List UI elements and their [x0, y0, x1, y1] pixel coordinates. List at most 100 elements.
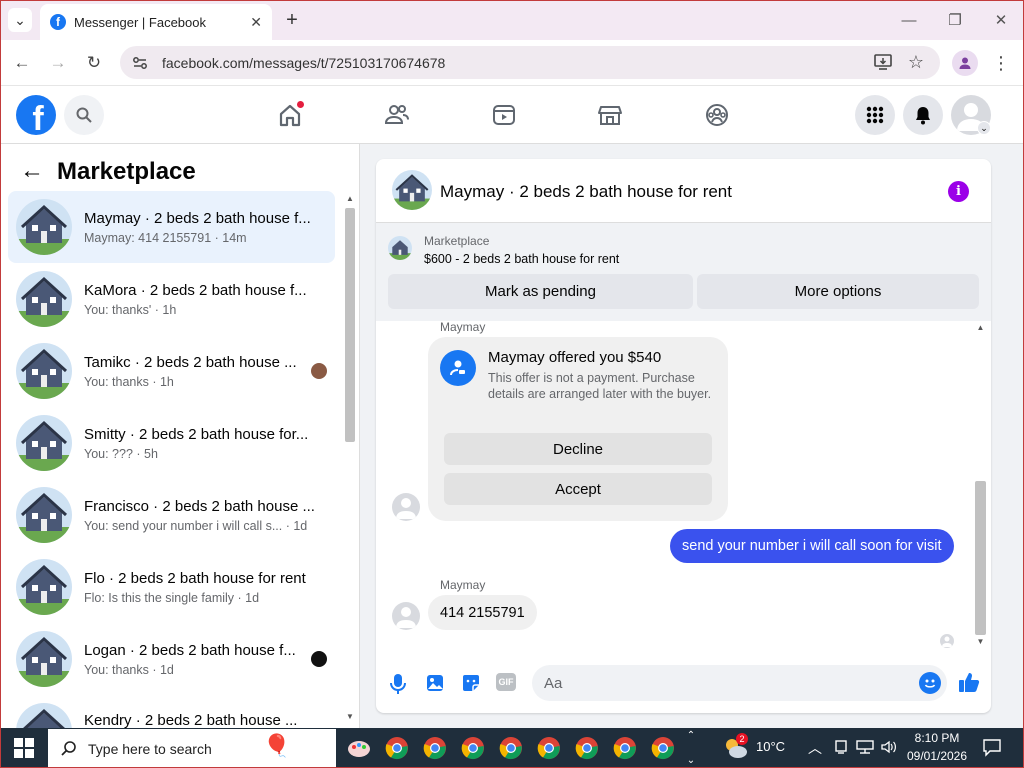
chrome-icon[interactable]: [534, 733, 564, 763]
more-options-button[interactable]: More options: [697, 274, 979, 309]
notifications-bell-icon[interactable]: [903, 95, 943, 135]
close-tab-icon[interactable]: ✕: [250, 14, 262, 31]
conversation-item[interactable]: Maymay · 2 beds 2 bath house f... Maymay…: [8, 191, 335, 263]
network-status-icon[interactable]: [834, 739, 848, 755]
conversation-item[interactable]: Flo · 2 beds 2 bath house for rent Flo: …: [8, 551, 335, 623]
hot-air-balloon-icon: 🎈: [263, 733, 291, 758]
chrome-icon[interactable]: [572, 733, 602, 763]
conversation-name: Tamikc · 2 beds 2 bath house ...: [84, 353, 297, 371]
groups-icon[interactable]: [699, 98, 735, 132]
chrome-icon[interactable]: [496, 733, 526, 763]
conversation-preview: You: send your number i will call s... ·…: [84, 518, 308, 533]
watch-icon[interactable]: [486, 98, 522, 132]
facebook-logo-icon[interactable]: f: [16, 95, 56, 138]
back-arrow-icon[interactable]: ←: [20, 159, 44, 184]
search-icon[interactable]: [64, 95, 104, 135]
chat-scrollbar[interactable]: ▲ ▼: [973, 323, 988, 650]
chrome-icon[interactable]: [382, 733, 412, 763]
like-thumbs-up-icon[interactable]: [957, 670, 981, 694]
profile-icon[interactable]: [952, 50, 978, 76]
info-icon[interactable]: i: [948, 181, 969, 202]
chrome-icon[interactable]: [458, 733, 488, 763]
listing-thumbnail: [16, 271, 72, 327]
tab-search-button[interactable]: ⌄: [8, 8, 32, 32]
listing-thumbnail: [16, 703, 72, 728]
site-settings-icon[interactable]: [132, 55, 148, 71]
bookmark-star-icon[interactable]: ☆: [906, 52, 926, 72]
conversation-item[interactable]: Smitty · 2 beds 2 bath house for... You:…: [8, 407, 335, 479]
conversation-name: Smitty · 2 beds 2 bath house for...: [84, 425, 309, 443]
gif-icon[interactable]: GIF: [496, 673, 516, 691]
message-input[interactable]: Aa: [532, 665, 947, 701]
clock-date[interactable]: 09/01/2026: [904, 749, 970, 763]
chrome-icon[interactable]: [648, 733, 678, 763]
incoming-message-bubble[interactable]: 414 2155791: [428, 595, 537, 630]
taskbar-search-box[interactable]: Type here to search 🎈: [48, 729, 336, 768]
conversation-list-scrollbar[interactable]: ▲ ▼: [343, 194, 357, 722]
taskbar-overflow-arrows[interactable]: ⌃ ⌄: [684, 730, 698, 766]
offer-sender-name: Maymay: [440, 320, 486, 334]
outgoing-message-bubble[interactable]: send your number i will call soon for vi…: [670, 529, 954, 563]
sticker-icon[interactable]: [460, 672, 482, 694]
chat-listing-avatar[interactable]: [392, 170, 432, 210]
chevron-down-icon: ⌄: [14, 11, 26, 28]
photo-icon[interactable]: [424, 672, 446, 694]
microphone-icon[interactable]: [388, 672, 408, 696]
notification-center-icon[interactable]: [982, 737, 1002, 757]
windows-start-icon[interactable]: [14, 738, 34, 758]
listing-mini-thumbnail[interactable]: [388, 236, 412, 260]
browser-tab[interactable]: f Messenger | Facebook ✕: [40, 4, 272, 40]
clock-time[interactable]: 8:10 PM: [906, 731, 968, 745]
forward-icon[interactable]: →: [44, 48, 72, 78]
conversation-item[interactable]: KaMora · 2 beds 2 bath house f... You: t…: [8, 263, 335, 335]
account-chevron-icon[interactable]: ⌄: [977, 121, 991, 135]
new-tab-button[interactable]: +: [280, 8, 304, 32]
menu-grid-icon[interactable]: [855, 95, 895, 135]
search-icon: [61, 740, 76, 756]
listing-thumbnail: [16, 559, 72, 615]
scrollbar-thumb[interactable]: [975, 481, 986, 635]
paint-app-icon[interactable]: [344, 733, 374, 763]
listing-banner: Marketplace $600 - 2 beds 2 bath house f…: [376, 223, 991, 321]
close-window-icon[interactable]: ✕: [989, 8, 1013, 32]
weather-temperature: 10°C: [756, 739, 786, 754]
conversation-name: Logan · 2 beds 2 bath house f...: [84, 641, 296, 659]
listing-thumbnail: [16, 343, 72, 399]
show-hidden-icons-chevron-icon[interactable]: ︿: [808, 738, 822, 758]
browser-menu-icon[interactable]: ⋮: [992, 52, 1010, 74]
taskbar-search-placeholder: Type here to search: [88, 740, 212, 757]
chat-title[interactable]: Maymay · 2 beds 2 bath house for rent: [440, 182, 732, 202]
conversation-item[interactable]: Logan · 2 beds 2 bath house f... You: th…: [8, 623, 335, 695]
install-app-icon[interactable]: [873, 52, 893, 72]
decline-offer-button[interactable]: Decline: [444, 433, 712, 465]
marketplace-icon[interactable]: [592, 98, 628, 132]
back-icon[interactable]: ←: [8, 48, 36, 78]
ethernet-icon[interactable]: [856, 739, 874, 755]
home-icon[interactable]: [272, 98, 308, 132]
chrome-icon[interactable]: [610, 733, 640, 763]
conversation-item[interactable]: Francisco · 2 beds 2 bath house ... You:…: [8, 479, 335, 551]
scrollbar-thumb[interactable]: [345, 208, 355, 442]
conversation-item[interactable]: Kendry · 2 beds 2 bath house ...: [8, 695, 335, 728]
restore-icon[interactable]: ❐: [943, 8, 967, 32]
mark-as-pending-button[interactable]: Mark as pending: [388, 274, 693, 309]
listing-label: Marketplace: [424, 234, 490, 248]
weather-icon[interactable]: 2: [722, 733, 750, 761]
listing-title[interactable]: $600 - 2 beds 2 bath house for rent: [424, 252, 619, 266]
notification-dot: [296, 100, 305, 109]
emoji-icon[interactable]: [919, 672, 941, 694]
volume-icon[interactable]: [880, 739, 898, 755]
offer-title: Maymay offered you $540: [488, 349, 662, 366]
friends-icon[interactable]: [379, 98, 415, 132]
conversation-preview: Maymay: 414 2155791 · 14m: [84, 230, 247, 245]
minimize-icon[interactable]: —: [897, 8, 921, 32]
accept-offer-button[interactable]: Accept: [444, 473, 712, 505]
chrome-icon[interactable]: [420, 733, 450, 763]
reload-icon[interactable]: ↻: [80, 48, 108, 78]
listing-thumbnail: [16, 631, 72, 687]
address-bar[interactable]: facebook.com/messages/t/725103170674678: [120, 46, 940, 79]
weather-badge: 2: [736, 733, 748, 745]
conversation-item[interactable]: Tamikc · 2 beds 2 bath house ... You: th…: [8, 335, 335, 407]
sender-avatar[interactable]: [392, 602, 420, 630]
sender-avatar[interactable]: [392, 493, 420, 521]
